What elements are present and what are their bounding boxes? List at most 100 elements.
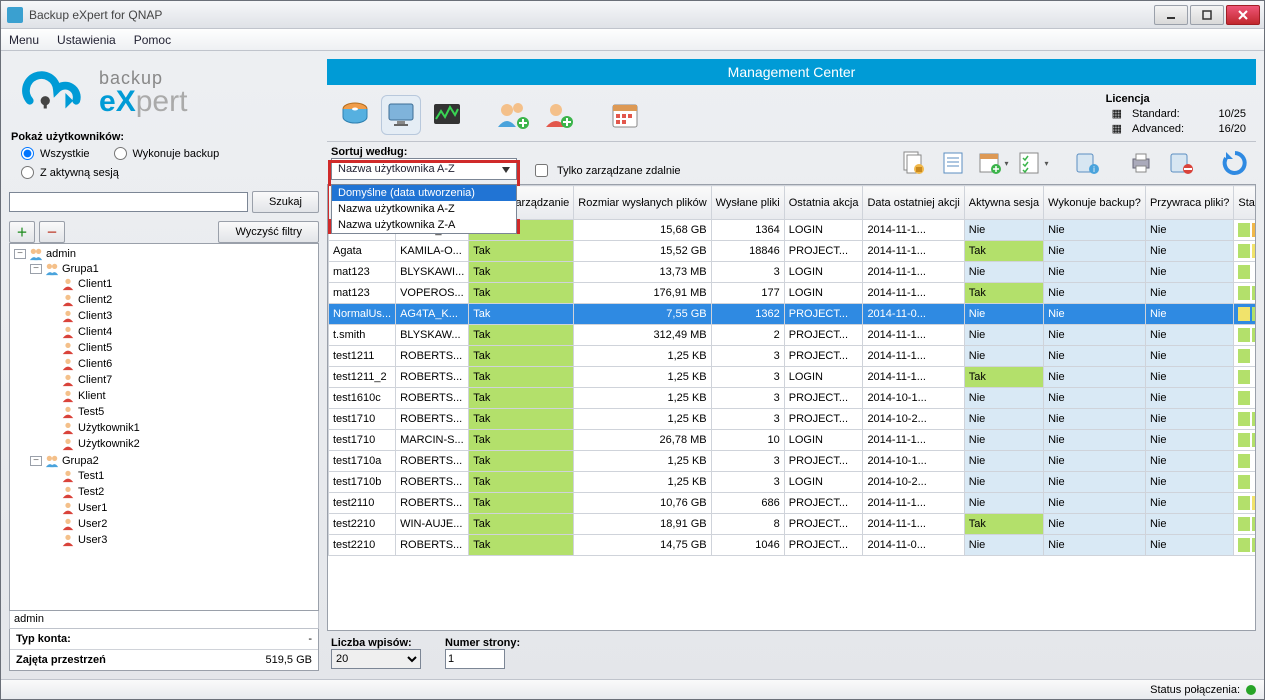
- tree-user[interactable]: Test2: [46, 485, 316, 499]
- menu-item[interactable]: Ustawienia: [57, 33, 116, 47]
- sort-label: Sortuj według:: [331, 146, 517, 158]
- column-header[interactable]: Aktywna sesja: [964, 186, 1043, 220]
- page-number-input[interactable]: [445, 649, 505, 669]
- app-logo: backup eXpert: [9, 59, 319, 129]
- sort-select[interactable]: Nazwa użytkownika A-Z: [331, 158, 517, 180]
- connection-status-icon: [1246, 685, 1256, 695]
- tree-user[interactable]: Client3: [46, 309, 316, 323]
- tree-user[interactable]: User3: [46, 533, 316, 547]
- table-row[interactable]: test1710ROBERTS...Tak1,25 KB3PROJECT...2…: [329, 409, 1257, 430]
- user-tree[interactable]: −admin−Grupa1Client1 Client2 Client3 Client…: [9, 243, 319, 611]
- tree-root[interactable]: −admin: [14, 247, 316, 261]
- user-add-icon[interactable]: [539, 95, 579, 135]
- table-row[interactable]: test2110ROBERTS...Tak10,76 GB686PROJECT.…: [329, 493, 1257, 514]
- page-size-select[interactable]: 20: [331, 649, 421, 669]
- radio-backup[interactable]: Wykonuje backup: [114, 147, 220, 160]
- titlebar[interactable]: Backup eXpert for QNAP: [1, 1, 1264, 29]
- column-header[interactable]: Przywraca pliki?: [1145, 186, 1233, 220]
- license-box: Licencja ▦Standard:10/25 ▦Advanced:16/20: [1106, 93, 1252, 137]
- printer-icon[interactable]: [1124, 146, 1158, 180]
- svg-text:i: i: [1093, 165, 1095, 174]
- refresh-icon[interactable]: [1218, 146, 1252, 180]
- clear-filter-button[interactable]: Wyczyść filtry: [218, 221, 319, 243]
- tree-user[interactable]: Użytkownik2: [46, 437, 316, 451]
- column-header[interactable]: Status backupów: [1234, 186, 1256, 220]
- menu-item[interactable]: Pomoc: [134, 33, 171, 47]
- table-toolbar: i: [896, 146, 1252, 180]
- table-row[interactable]: t.smithBLYSKAW...Tak312,49 MB2PROJECT...…: [329, 325, 1257, 346]
- filter-label: Pokaż użytkowników:: [11, 131, 319, 143]
- sort-option[interactable]: Domyślne (data utworzenia): [332, 185, 516, 201]
- tree-status: admin: [9, 611, 319, 629]
- tree-user[interactable]: Client1: [46, 277, 316, 291]
- page-number-label: Numer strony:: [445, 637, 520, 649]
- table-row[interactable]: AgataKAMILA-O...Tak15,52 GB18846PROJECT.…: [329, 241, 1257, 262]
- table-row[interactable]: test2210WIN-AUJE...Tak18,91 GB8PROJECT..…: [329, 514, 1257, 535]
- table-row[interactable]: test1710MARCIN-S...Tak26,78 MB10LOGIN201…: [329, 430, 1257, 451]
- sort-option[interactable]: Nazwa użytkownika Z-A: [332, 217, 516, 233]
- users-add-icon[interactable]: [493, 95, 533, 135]
- table-row[interactable]: NormalUs...AG4TA_K...Tak7,55 GB1362PROJE…: [329, 304, 1257, 325]
- checklist-icon[interactable]: [1016, 146, 1050, 180]
- tree-user[interactable]: User2: [46, 517, 316, 531]
- page-size-label: Liczba wpisów:: [331, 637, 421, 649]
- search-button[interactable]: Szukaj: [252, 191, 319, 213]
- tree-user[interactable]: Użytkownik1: [46, 421, 316, 435]
- server-info-icon[interactable]: i: [1070, 146, 1104, 180]
- server-remove-icon[interactable]: [1164, 146, 1198, 180]
- column-header[interactable]: Data ostatniej akcji: [863, 186, 964, 220]
- table-row[interactable]: test2210ROBERTS...Tak14,75 GB1046PROJECT…: [329, 535, 1257, 556]
- disk-icon[interactable]: [335, 95, 375, 135]
- app-icon: [7, 7, 23, 23]
- close-button[interactable]: [1226, 5, 1260, 25]
- data-table[interactable]: NazwaKomputerZdalne zarządzanieRozmiar w…: [327, 184, 1256, 631]
- tree-group[interactable]: −Grupa2: [30, 454, 316, 468]
- table-row[interactable]: test1710aROBERTS...Tak1,25 KB3PROJECT...…: [329, 451, 1257, 472]
- radio-all[interactable]: Wszystkie: [21, 147, 90, 160]
- tree-user[interactable]: Test1: [46, 469, 316, 483]
- sort-dropdown[interactable]: Domyślne (data utworzenia) Nazwa użytkow…: [331, 184, 517, 234]
- page-banner: Management Center: [327, 59, 1256, 85]
- chart-icon[interactable]: [427, 95, 467, 135]
- tree-user[interactable]: Client2: [46, 293, 316, 307]
- table-row[interactable]: test1211_2ROBERTS...Tak1,25 KB3LOGIN2014…: [329, 367, 1257, 388]
- table-row[interactable]: test1211ROBERTS...Tak1,25 KB3PROJECT...2…: [329, 346, 1257, 367]
- column-header[interactable]: Wykonuje backup?: [1044, 186, 1146, 220]
- nav-icons: [335, 95, 645, 135]
- maximize-button[interactable]: [1190, 5, 1224, 25]
- doc-lock-icon[interactable]: [896, 146, 930, 180]
- column-header[interactable]: Rozmiar wysłanych plików: [574, 186, 711, 220]
- menu-item[interactable]: Menu: [9, 33, 39, 47]
- form-icon[interactable]: [936, 146, 970, 180]
- right-pane: Management Center Licencja ▦Standard:10/…: [327, 59, 1256, 671]
- pager: Liczba wpisów: 20 Numer strony:: [327, 631, 1256, 671]
- monitor-icon[interactable]: [381, 95, 421, 135]
- table-row[interactable]: mat123BLYSKAWI...Tak13,73 MB3LOGIN2014-1…: [329, 262, 1257, 283]
- tree-user[interactable]: Client5: [46, 341, 316, 355]
- table-row[interactable]: test1710bROBERTS...Tak1,25 KB3LOGIN2014-…: [329, 472, 1257, 493]
- minimize-button[interactable]: [1154, 5, 1188, 25]
- tree-user[interactable]: Klient: [46, 389, 316, 403]
- tree-user[interactable]: User1: [46, 501, 316, 515]
- left-pane: backup eXpert Pokaż użytkowników: Wszyst…: [9, 59, 319, 671]
- tree-user[interactable]: Client4: [46, 325, 316, 339]
- column-header[interactable]: Ostatnia akcja: [784, 186, 863, 220]
- radio-active[interactable]: Z aktywną sesją: [21, 166, 319, 179]
- connection-status-label: Status połączenia:: [1150, 684, 1240, 696]
- tree-user[interactable]: Client6: [46, 357, 316, 371]
- calendar-icon[interactable]: [605, 95, 645, 135]
- table-row[interactable]: mat123VOPEROS...Tak176,91 MB177LOGIN2014…: [329, 283, 1257, 304]
- search-input[interactable]: [9, 192, 248, 212]
- window-title: Backup eXpert for QNAP: [29, 8, 1154, 22]
- remote-only-checkbox[interactable]: Tylko zarządzane zdalnie: [531, 161, 681, 180]
- calendar-add-icon[interactable]: [976, 146, 1010, 180]
- account-stats: Typ konta:- Zajęta przestrzeń519,5 GB: [9, 629, 319, 671]
- sort-option[interactable]: Nazwa użytkownika A-Z: [332, 201, 516, 217]
- menubar: Menu Ustawienia Pomoc: [1, 29, 1264, 51]
- tree-user[interactable]: Test5: [46, 405, 316, 419]
- tree-group[interactable]: −Grupa1: [30, 262, 316, 276]
- tree-user[interactable]: Client7: [46, 373, 316, 387]
- app-window: Backup eXpert for QNAP Menu Ustawienia P…: [0, 0, 1265, 700]
- column-header[interactable]: Wysłane pliki: [711, 186, 784, 220]
- table-row[interactable]: test1610cROBERTS...Tak1,25 KB3PROJECT...…: [329, 388, 1257, 409]
